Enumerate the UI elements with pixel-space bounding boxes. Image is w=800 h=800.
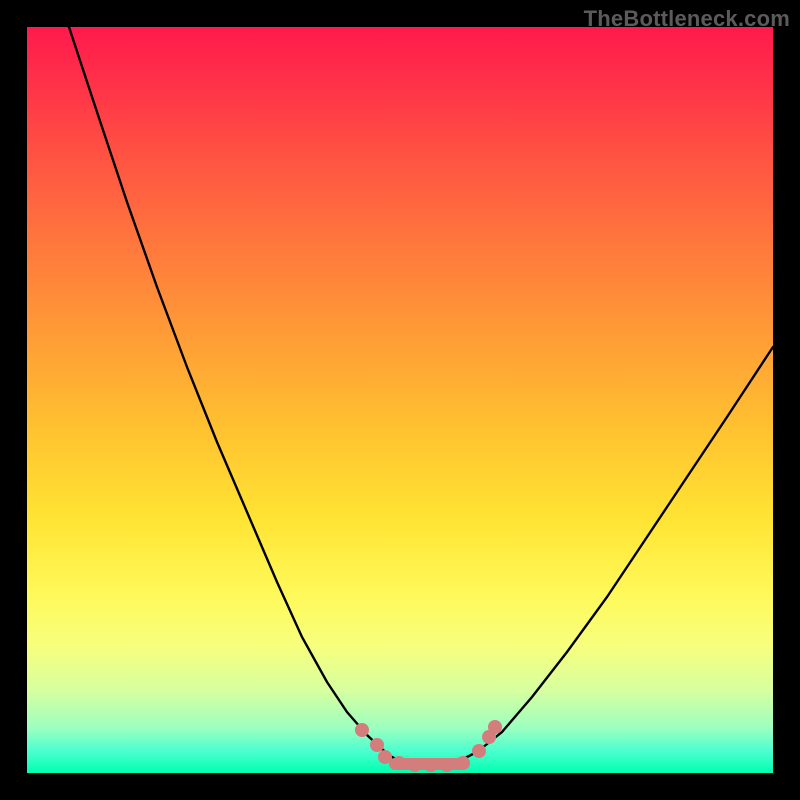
marker-dot <box>408 758 422 772</box>
marker-dot <box>392 756 406 770</box>
marker-dot <box>488 720 502 734</box>
marker-dot <box>370 738 384 752</box>
marker-dot <box>440 758 454 772</box>
chart-plot-area <box>27 27 773 773</box>
marker-dot <box>424 758 438 772</box>
marker-dot <box>378 750 392 764</box>
curve-svg <box>27 27 773 773</box>
bottleneck-curve <box>69 27 773 764</box>
marker-dot <box>472 744 486 758</box>
watermark-text: TheBottleneck.com <box>584 6 790 32</box>
marker-group <box>355 720 502 772</box>
marker-dot <box>355 723 369 737</box>
marker-dot <box>456 756 470 770</box>
